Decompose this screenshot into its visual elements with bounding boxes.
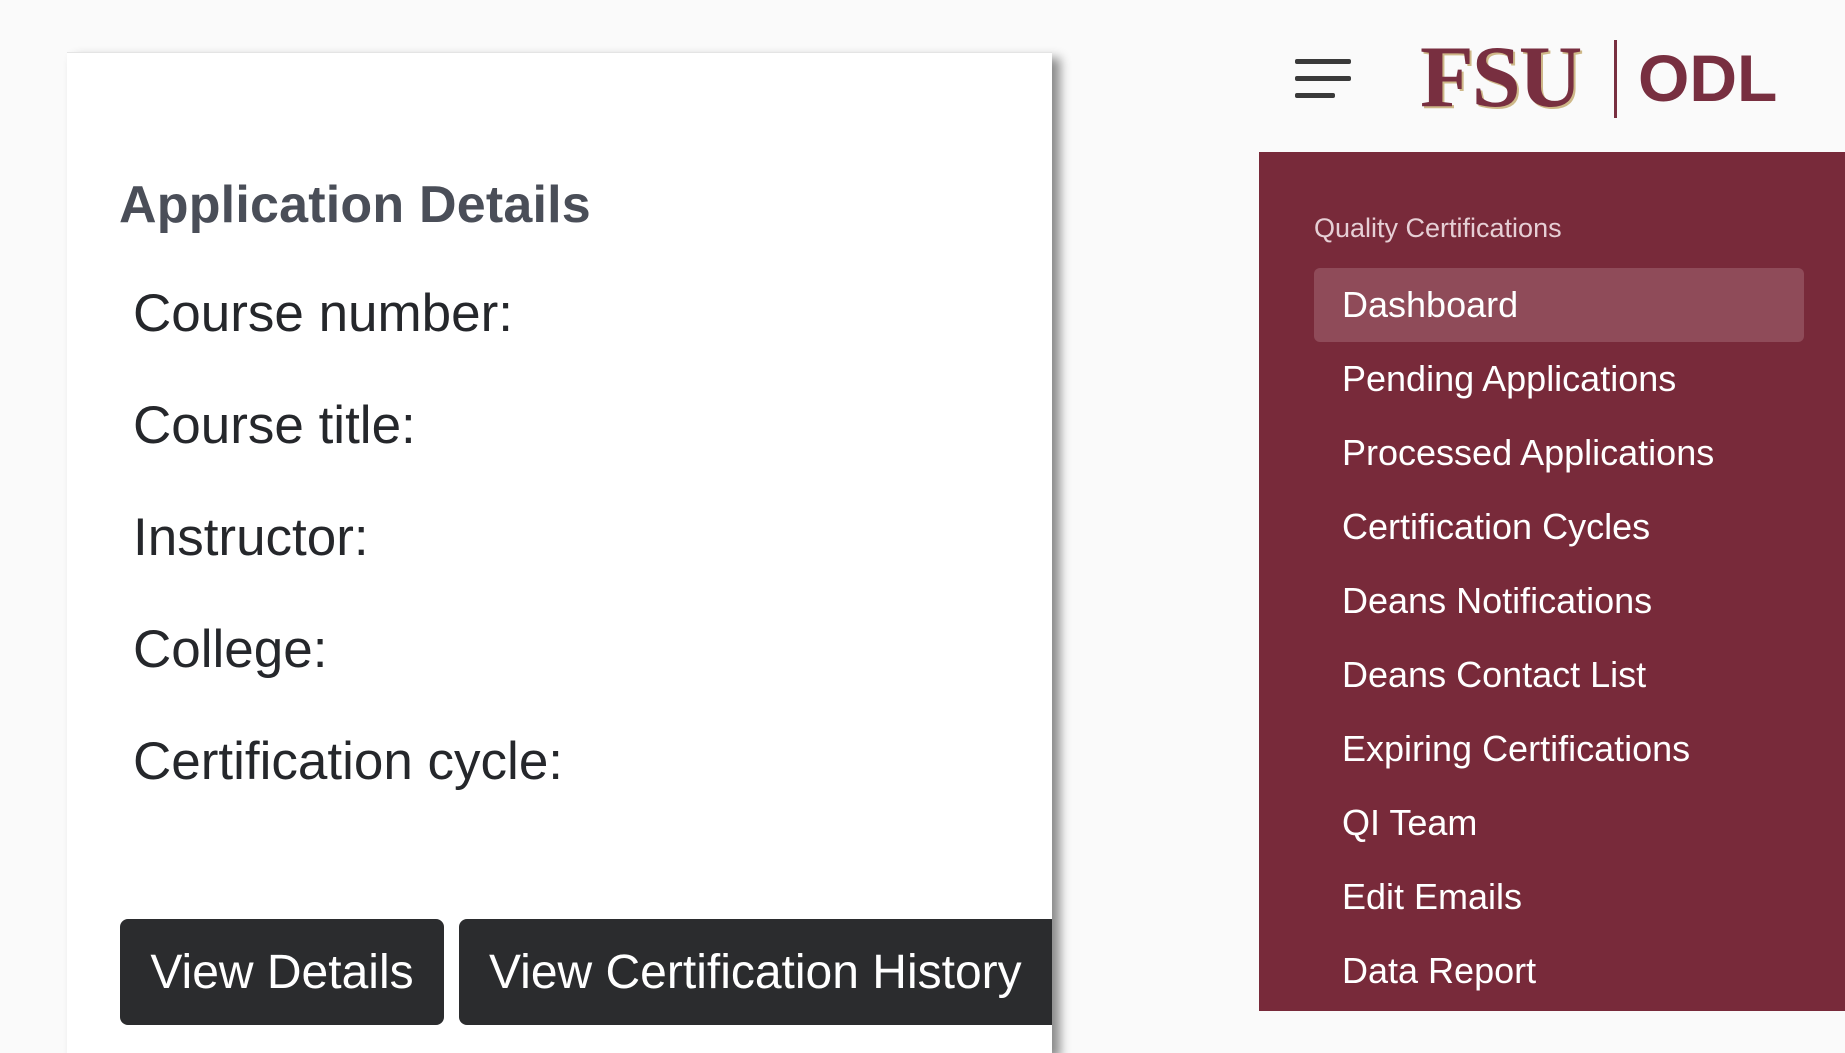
sidebar-item-dashboard[interactable]: Dashboard [1314,268,1804,342]
certification-cycle-label: Certification cycle: [133,732,564,791]
sidebar-item-qi-team[interactable]: QI Team [1314,786,1804,860]
logo-divider [1614,40,1617,118]
logo-odl-text: ODL [1638,41,1778,115]
sidebar-nav: Quality Certifications Dashboard Pending… [1259,152,1845,1011]
hamburger-menu-icon[interactable] [1295,56,1353,102]
sidebar-item-processed-applications[interactable]: Processed Applications [1314,416,1804,490]
card-title: Application Details [119,176,591,234]
application-details-card: Application Details Course number: Cours… [67,52,1052,1053]
logo-fsu-text: FSU [1420,29,1582,126]
sidebar-heading: Quality Certifications [1314,213,1562,243]
college-label: College: [133,620,328,679]
sidebar-item-edit-emails[interactable]: Edit Emails [1314,860,1804,934]
course-title-label: Course title: [133,396,416,455]
sidebar-item-data-report[interactable]: Data Report [1314,934,1804,1008]
sidebar-item-pending-applications[interactable]: Pending Applications [1314,342,1804,416]
view-details-button[interactable]: View Details [120,919,444,1025]
sidebar-item-deans-notifications[interactable]: Deans Notifications [1314,564,1804,638]
view-certification-history-button[interactable]: View Certification History [459,919,1052,1025]
instructor-label: Instructor: [133,508,369,567]
sidebar-item-expiring-certifications[interactable]: Expiring Certifications [1314,712,1804,786]
sidebar-item-deans-contact-list[interactable]: Deans Contact List [1314,638,1804,712]
fsu-odl-logo[interactable]: FSU ODL [1420,29,1777,126]
course-number-label: Course number: [133,284,514,343]
sidebar-item-certification-cycles[interactable]: Certification Cycles [1314,490,1804,564]
